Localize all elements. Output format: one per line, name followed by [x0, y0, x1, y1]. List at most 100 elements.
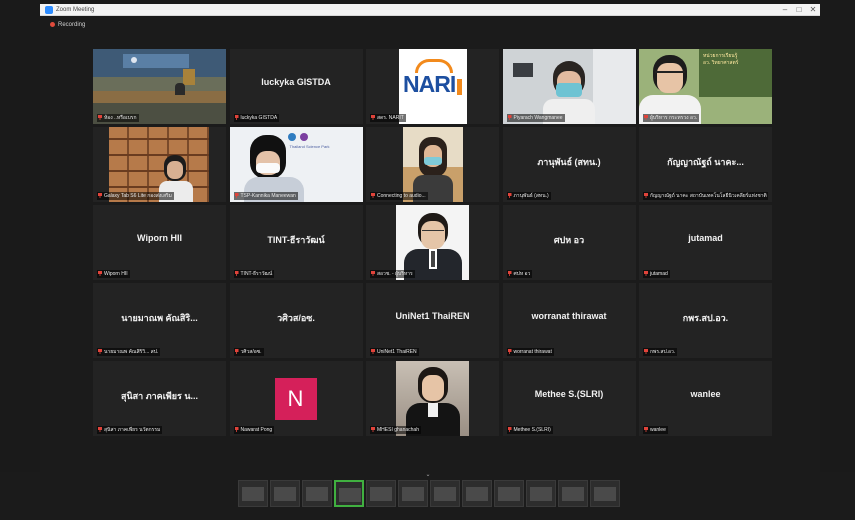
filmstrip-thumbnail[interactable]: [462, 480, 492, 507]
muted-mic-icon: [371, 193, 375, 198]
participant-tile[interactable]: wanlee wanlee: [639, 361, 772, 436]
participant-tile[interactable]: UniNet1 ThaiREN UniNet1 ThaiREN: [366, 283, 499, 358]
participant-tile[interactable]: กพร.สป.อว. กพร.สป.อว.: [639, 283, 772, 358]
participant-tile[interactable]: วศิวส/อซ. วศิวส/อซ.: [229, 283, 363, 358]
minimize-button[interactable]: –: [778, 4, 792, 16]
participant-tile[interactable]: Connecting to audio...: [366, 127, 499, 202]
maximize-button[interactable]: □: [792, 4, 806, 16]
muted-mic-icon: [507, 427, 512, 432]
participant-name: Nawarat Pong: [240, 427, 273, 433]
muted-mic-icon: [507, 349, 512, 354]
participant-name-caption: ผู้บริหาร กระทรวง อว.: [643, 114, 700, 122]
meeting-area: Recording ห้อง ..หรือเบรก luckyka GISTDA l…: [40, 17, 820, 472]
filmstrip-thumbnail[interactable]: [430, 480, 460, 507]
participant-tile[interactable]: Thailand Science Park TSP-Kannika Maneew…: [229, 127, 363, 202]
thumbnail-preview: [242, 487, 264, 501]
participant-name-caption: Methee S.(SLRI): [506, 426, 553, 434]
participant-tile[interactable]: worranat thirawat worranat thirawat: [502, 283, 636, 358]
participant-name-caption: สดร. NARIT: [370, 114, 406, 122]
filmstrip-thumbnail[interactable]: [334, 480, 364, 507]
participant-name-caption: สอวช. - ผู้บริหาร: [370, 270, 415, 278]
participant-tile[interactable]: jutamad jutamad: [639, 205, 772, 280]
thumbnail-preview: [306, 487, 328, 501]
filmstrip-thumbnail[interactable]: [590, 480, 620, 507]
filmstrip-thumbnail[interactable]: [270, 480, 300, 507]
muted-mic-icon: [371, 427, 375, 432]
thumbnail-preview: [370, 487, 392, 501]
participant-name: สอวช. - ผู้บริหาร: [377, 271, 413, 277]
filmstrip-thumbnail[interactable]: [238, 480, 268, 507]
participant-name: worranat thirawat: [513, 349, 552, 355]
participant-display-name: วศิวส/อซ.: [277, 313, 315, 323]
participant-name: สุนิสา ภาคเพียร นวัตกรรม: [104, 427, 161, 433]
participant-display-name: Wiporn HII: [137, 233, 182, 243]
participant-name-caption: MHESI ghanachah: [370, 426, 421, 434]
filmstrip-thumbnail[interactable]: [494, 480, 524, 507]
close-button[interactable]: ✕: [806, 4, 820, 16]
thumbnail-preview: [274, 487, 296, 501]
participant-tile[interactable]: กัญญาณัฐถ์ นาคะ... กัญญาณัฐถ์ นาคะ สถาบัน…: [639, 127, 772, 202]
filmstrip-thumbnail[interactable]: [366, 480, 396, 507]
muted-mic-icon: [98, 427, 102, 432]
muted-mic-icon: [507, 271, 512, 276]
participant-tile[interactable]: ศปห อว ศปห อว: [502, 205, 636, 280]
participant-tile[interactable]: นายมาณพ คัณสิริ... นายมาณพ คัณสิริวิ... ส…: [93, 283, 226, 358]
participant-display-name: ภานุพันธ์ (สทน.): [537, 157, 601, 167]
participant-tile[interactable]: สุนิสา ภาคเพียร น... สุนิสา ภาคเพียร นวัต…: [93, 361, 226, 436]
recording-indicator[interactable]: Recording: [50, 21, 85, 29]
filmstrip-thumbnail[interactable]: [302, 480, 332, 507]
muted-mic-icon: [507, 115, 512, 120]
participant-tile[interactable]: Wiporn HII Wiporn HII: [93, 205, 226, 280]
participant-display-name: กพร.สป.อว.: [682, 313, 729, 323]
participant-tile[interactable]: ภานุพันธ์ (สทน.) ภานุพันธ์ (สทน.): [502, 127, 636, 202]
participant-name-caption: Nawarat Pong: [233, 426, 275, 434]
participant-tile[interactable]: สอวช. - ผู้บริหาร: [366, 205, 499, 280]
participant-name: สดร. NARIT: [377, 115, 404, 121]
participant-display-name: luckyka GISTDA: [261, 77, 331, 87]
muted-mic-icon: [234, 349, 239, 354]
participant-name: Galaxy Tab S6 Lite กองส่งเสริม: [104, 193, 172, 199]
participant-name-caption: สุนิสา ภาคเพียร นวัตกรรม: [97, 426, 163, 434]
participant-tile[interactable]: Methee S.(SLRI) Methee S.(SLRI): [502, 361, 636, 436]
filmstrip-thumbnail[interactable]: [526, 480, 556, 507]
participant-name: jutamad: [650, 271, 668, 277]
participant-name-caption: Piyarach Wangmanee: [506, 114, 565, 122]
participant-name-caption: Connecting to audio...: [370, 192, 428, 200]
filmstrip-thumbnails: [238, 480, 620, 507]
participant-name-caption: นายมาณพ คัณสิริวิ... สป.: [97, 348, 161, 356]
participant-name-caption: ภานุพันธ์ (สทน.): [506, 192, 551, 200]
filmstrip-thumbnail[interactable]: [398, 480, 428, 507]
participant-name: กพร.สป.อว.: [650, 349, 676, 355]
participant-name-caption: Wiporn HII: [97, 270, 130, 278]
participant-name: กัญญาณัฐถ์ นาคะ สถาบันเทคโนโลยีนิวเคลียร…: [650, 193, 767, 199]
participant-name: ห้อง ..หรือเบรก: [104, 115, 137, 121]
participant-name: MHESI ghanachah: [377, 427, 419, 433]
participant-tile[interactable]: Piyarach Wangmanee: [502, 49, 636, 124]
filmstrip: ⌄: [0, 472, 855, 520]
muted-mic-icon: [644, 193, 648, 198]
chevron-down-icon[interactable]: ⌄: [423, 472, 433, 478]
participant-tile[interactable]: NARI สดร. NARIT: [366, 49, 499, 124]
participant-tile[interactable]: N Nawarat Pong: [229, 361, 363, 436]
muted-mic-icon: [644, 115, 648, 120]
muted-mic-icon: [98, 193, 102, 198]
participant-name: luckyka GISTDA: [240, 115, 278, 121]
thumbnail-preview: [498, 487, 520, 501]
participant-tile[interactable]: Galaxy Tab S6 Lite กองส่งเสริม: [93, 127, 226, 202]
participant-display-name: กัญญาณัฐถ์ นาคะ...: [667, 157, 744, 167]
recording-label: Recording: [58, 22, 86, 28]
participant-name: Wiporn HII: [104, 271, 128, 277]
participant-display-name: wanlee: [690, 389, 721, 399]
participant-name: วศิวส/อซ.: [240, 349, 262, 355]
participant-name: ผู้บริหาร กระทรวง อว.: [650, 115, 698, 121]
participant-tile[interactable]: หน่วยการเรียนรู้ อว. วิทยาศาสตร์ ผู้บริหา…: [639, 49, 772, 124]
participant-display-name: ศปห อว: [553, 235, 585, 245]
participant-display-name: jutamad: [688, 233, 723, 243]
participant-tile[interactable]: luckyka GISTDA luckyka GISTDA: [229, 49, 363, 124]
participant-tile[interactable]: TINT-ธีราวัฒน์ TINT-ธีราวัฒน์: [229, 205, 363, 280]
participant-tile[interactable]: MHESI ghanachah: [366, 361, 499, 436]
title-bar: Zoom Meeting – □ ✕: [40, 4, 820, 16]
participant-name: UniNet1 ThaiREN: [377, 349, 417, 355]
filmstrip-thumbnail[interactable]: [558, 480, 588, 507]
participant-tile[interactable]: ห้อง ..หรือเบรก: [93, 49, 226, 124]
